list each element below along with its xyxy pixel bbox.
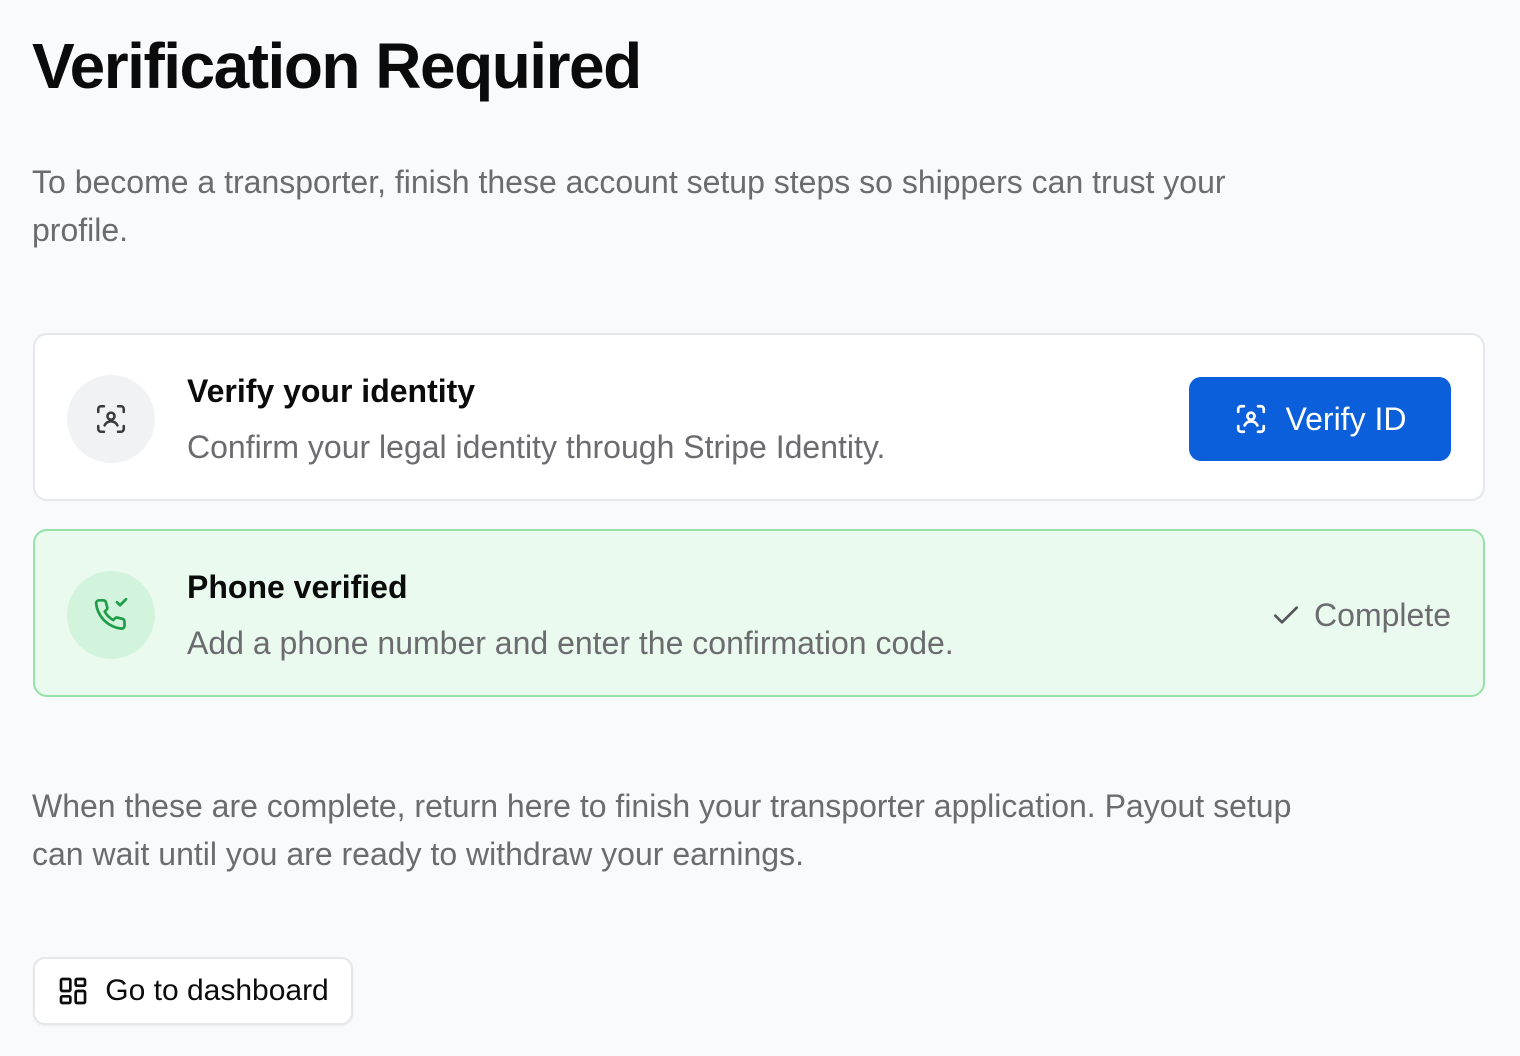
phone-check-icon xyxy=(67,571,155,659)
status-label: Complete xyxy=(1314,597,1451,633)
step-card-phone: Phone verified Add a phone number and en… xyxy=(33,529,1485,697)
verify-id-label: Verify ID xyxy=(1285,400,1407,437)
intro-text: To become a transporter, finish these ac… xyxy=(32,164,1226,248)
step-description: Add a phone number and enter the confirm… xyxy=(187,625,954,661)
dashboard-grid-icon xyxy=(57,975,89,1007)
go-to-dashboard-button[interactable]: Go to dashboard xyxy=(33,957,353,1025)
face-scan-icon xyxy=(1234,402,1268,436)
step-title: Verify your identity xyxy=(187,373,476,409)
step-card-identity: Verify your identity Confirm your legal … xyxy=(33,333,1485,501)
step-title: Phone verified xyxy=(187,569,408,605)
verify-id-button[interactable]: Verify ID xyxy=(1189,377,1451,461)
status-badge: Complete xyxy=(1270,595,1451,635)
face-scan-icon xyxy=(67,375,155,463)
page-title: Verification Required xyxy=(32,30,642,102)
step-description: Confirm your legal identity through Stri… xyxy=(187,429,886,465)
dashboard-button-label: Go to dashboard xyxy=(105,974,329,1007)
outro-text: When these are complete, return here to … xyxy=(32,788,1292,872)
check-icon xyxy=(1270,599,1302,631)
